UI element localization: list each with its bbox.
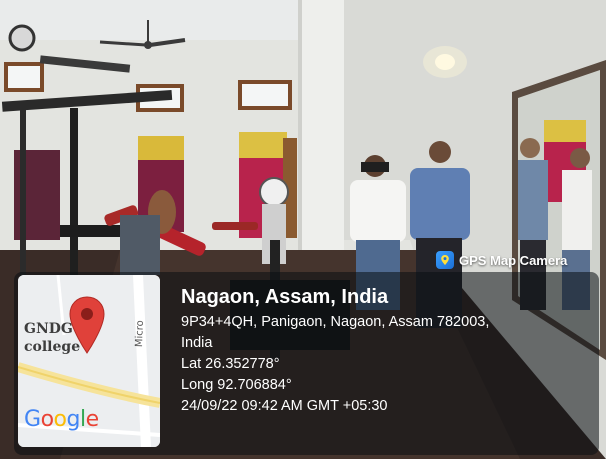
address-line-2: India [181,335,213,351]
google-logo: Google [24,407,99,432]
address-line-1: 9P34+4QH, Panigaon, Nagaon, Assam 782003… [181,314,490,330]
location-info: Nagaon, Assam, India 9P34+4QH, Panigaon,… [181,285,596,417]
timestamp-text: 24/09/22 09:42 AM GMT +05:30 [181,398,388,414]
photo-frame: GPS Map Camera GNDG college Micro Google… [0,0,606,459]
map-thumbnail: GNDG college Micro Google [18,275,160,447]
gps-map-camera-badge: GPS Map Camera [436,250,567,270]
map-pin-icon [69,296,105,354]
map-place-label-line1: GNDG [24,321,73,337]
map-road-label: Micro [134,320,146,348]
longitude-text: Long 92.706884° [181,377,292,393]
badge-label: GPS Map Camera [459,252,568,268]
map-pin-camera-icon [436,251,454,269]
latitude-text: Lat 26.352778° [181,356,280,372]
location-title: Nagaon, Assam, India [181,286,389,308]
